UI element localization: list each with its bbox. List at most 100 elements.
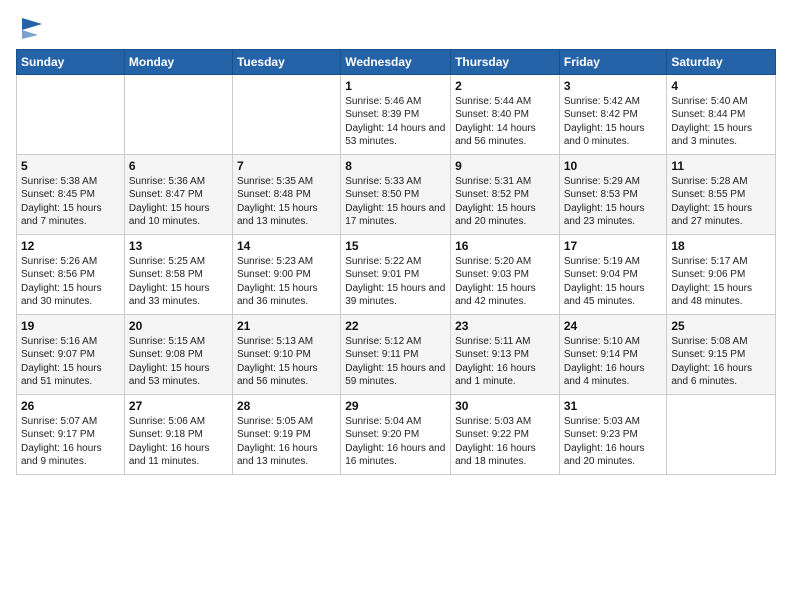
day-info: Sunrise: 5:07 AM Sunset: 9:17 PM Dayligh… — [21, 415, 120, 469]
day-number: 8 — [345, 159, 446, 173]
day-cell: 25 Sunrise: 5:08 AM Sunset: 9:15 PM Dayli… — [667, 314, 776, 394]
week-row-5: 26 Sunrise: 5:07 AM Sunset: 9:17 PM Dayli… — [17, 394, 776, 474]
day-number: 23 — [455, 319, 555, 333]
day-cell: 27 Sunrise: 5:06 AM Sunset: 9:18 PM Dayli… — [124, 394, 232, 474]
day-cell: 14Sunrise: 5:23 AM Sunset: 9:00 PM Dayli… — [232, 234, 340, 314]
day-info: Sunrise: 5:06 AM Sunset: 9:18 PM Dayligh… — [129, 415, 228, 469]
day-number: 31 — [564, 399, 663, 413]
day-cell: 29 Sunrise: 5:04 AM Sunset: 9:20 PM Dayli… — [341, 394, 451, 474]
day-cell: 7 Sunrise: 5:35 AM Sunset: 8:48 PM Daylig… — [232, 154, 340, 234]
day-info: Sunrise: 5:29 AM Sunset: 8:53 PM Dayligh… — [564, 175, 663, 229]
day-cell: 31 Sunrise: 5:03 AM Sunset: 9:23 PM Dayli… — [559, 394, 667, 474]
week-row-2: 5 Sunrise: 5:38 AM Sunset: 8:45 PM Daylig… — [17, 154, 776, 234]
col-header-monday: Monday — [124, 49, 232, 74]
day-number: 17 — [564, 239, 663, 253]
day-cell — [667, 394, 776, 474]
col-header-thursday: Thursday — [451, 49, 560, 74]
day-info: Sunrise: 5:46 AM Sunset: 8:39 PM Dayligh… — [345, 95, 446, 149]
day-cell: 10 Sunrise: 5:29 AM Sunset: 8:53 PM Dayli… — [559, 154, 667, 234]
day-info: Sunrise: 5:44 AM Sunset: 8:40 PM Dayligh… — [455, 95, 555, 149]
day-number: 7 — [237, 159, 336, 173]
day-info: Sunrise: 5:20 AM Sunset: 9:03 PM Dayligh… — [455, 255, 555, 309]
day-cell: 15 Sunrise: 5:22 AM Sunset: 9:01 PM Dayli… — [341, 234, 451, 314]
day-info: Sunrise: 5:23 AM Sunset: 9:00 PM Dayligh… — [237, 255, 336, 309]
day-info: Sunrise: 5:03 AM Sunset: 9:23 PM Dayligh… — [564, 415, 663, 469]
day-cell: 20Sunrise: 5:15 AM Sunset: 9:08 PM Dayli… — [124, 314, 232, 394]
day-cell: 26 Sunrise: 5:07 AM Sunset: 9:17 PM Dayli… — [17, 394, 125, 474]
day-cell: 4 Sunrise: 5:40 AM Sunset: 8:44 PM Daylig… — [667, 74, 776, 154]
col-header-wednesday: Wednesday — [341, 49, 451, 74]
day-cell: 18Sunrise: 5:17 AM Sunset: 9:06 PM Dayli… — [667, 234, 776, 314]
day-cell: 8 Sunrise: 5:33 AM Sunset: 8:50 PM Daylig… — [341, 154, 451, 234]
day-cell: 16Sunrise: 5:20 AM Sunset: 9:03 PM Dayli… — [451, 234, 560, 314]
day-info: Sunrise: 5:36 AM Sunset: 8:47 PM Dayligh… — [129, 175, 228, 229]
calendar-table: SundayMondayTuesdayWednesdayThursdayFrid… — [16, 49, 776, 475]
day-number: 25 — [671, 319, 771, 333]
day-info: Sunrise: 5:31 AM Sunset: 8:52 PM Dayligh… — [455, 175, 555, 229]
day-number: 13 — [129, 239, 228, 253]
day-cell: 24 Sunrise: 5:10 AM Sunset: 9:14 PM Dayli… — [559, 314, 667, 394]
day-number: 19 — [21, 319, 120, 333]
day-info: Sunrise: 5:03 AM Sunset: 9:22 PM Dayligh… — [455, 415, 555, 469]
day-cell: 12Sunrise: 5:26 AM Sunset: 8:56 PM Dayli… — [17, 234, 125, 314]
day-number: 4 — [671, 79, 771, 93]
day-info: Sunrise: 5:28 AM Sunset: 8:55 PM Dayligh… — [671, 175, 771, 229]
day-cell: 22 Sunrise: 5:12 AM Sunset: 9:11 PM Dayli… — [341, 314, 451, 394]
day-number: 29 — [345, 399, 446, 413]
day-number: 24 — [564, 319, 663, 333]
col-header-saturday: Saturday — [667, 49, 776, 74]
day-info: Sunrise: 5:13 AM Sunset: 9:10 PM Dayligh… — [237, 335, 336, 389]
day-info: Sunrise: 5:08 AM Sunset: 9:15 PM Dayligh… — [671, 335, 771, 389]
day-number: 21 — [237, 319, 336, 333]
day-cell: 3 Sunrise: 5:42 AM Sunset: 8:42 PM Daylig… — [559, 74, 667, 154]
day-info: Sunrise: 5:12 AM Sunset: 9:11 PM Dayligh… — [345, 335, 446, 389]
header-row: SundayMondayTuesdayWednesdayThursdayFrid… — [17, 49, 776, 74]
col-header-sunday: Sunday — [17, 49, 125, 74]
page-header — [16, 16, 776, 41]
day-info: Sunrise: 5:11 AM Sunset: 9:13 PM Dayligh… — [455, 335, 555, 389]
day-info: Sunrise: 5:42 AM Sunset: 8:42 PM Dayligh… — [564, 95, 663, 149]
day-cell: 1 Sunrise: 5:46 AM Sunset: 8:39 PM Daylig… — [341, 74, 451, 154]
day-number: 27 — [129, 399, 228, 413]
day-number: 22 — [345, 319, 446, 333]
week-row-4: 19 Sunrise: 5:16 AM Sunset: 9:07 PM Dayli… — [17, 314, 776, 394]
day-info: Sunrise: 5:40 AM Sunset: 8:44 PM Dayligh… — [671, 95, 771, 149]
day-cell — [17, 74, 125, 154]
day-info: Sunrise: 5:15 AM Sunset: 9:08 PM Dayligh… — [129, 335, 228, 389]
day-number: 30 — [455, 399, 555, 413]
day-cell: 28Sunrise: 5:05 AM Sunset: 9:19 PM Dayli… — [232, 394, 340, 474]
day-info: Sunrise: 5:16 AM Sunset: 9:07 PM Dayligh… — [21, 335, 120, 389]
day-number: 5 — [21, 159, 120, 173]
day-cell: 5 Sunrise: 5:38 AM Sunset: 8:45 PM Daylig… — [17, 154, 125, 234]
day-info: Sunrise: 5:38 AM Sunset: 8:45 PM Dayligh… — [21, 175, 120, 229]
day-cell: 13Sunrise: 5:25 AM Sunset: 8:58 PM Dayli… — [124, 234, 232, 314]
day-cell: 23 Sunrise: 5:11 AM Sunset: 9:13 PM Dayli… — [451, 314, 560, 394]
day-info: Sunrise: 5:33 AM Sunset: 8:50 PM Dayligh… — [345, 175, 446, 229]
day-number: 2 — [455, 79, 555, 93]
logo-flag-icon — [18, 16, 46, 40]
day-number: 18 — [671, 239, 771, 253]
day-number: 15 — [345, 239, 446, 253]
col-header-friday: Friday — [559, 49, 667, 74]
day-info: Sunrise: 5:10 AM Sunset: 9:14 PM Dayligh… — [564, 335, 663, 389]
day-cell: 6Sunrise: 5:36 AM Sunset: 8:47 PM Daylig… — [124, 154, 232, 234]
day-cell — [232, 74, 340, 154]
day-number: 3 — [564, 79, 663, 93]
day-number: 26 — [21, 399, 120, 413]
day-info: Sunrise: 5:22 AM Sunset: 9:01 PM Dayligh… — [345, 255, 446, 309]
day-info: Sunrise: 5:19 AM Sunset: 9:04 PM Dayligh… — [564, 255, 663, 309]
day-info: Sunrise: 5:26 AM Sunset: 8:56 PM Dayligh… — [21, 255, 120, 309]
day-cell: 11Sunrise: 5:28 AM Sunset: 8:55 PM Dayli… — [667, 154, 776, 234]
day-info: Sunrise: 5:35 AM Sunset: 8:48 PM Dayligh… — [237, 175, 336, 229]
day-number: 10 — [564, 159, 663, 173]
day-info: Sunrise: 5:05 AM Sunset: 9:19 PM Dayligh… — [237, 415, 336, 469]
day-cell: 21 Sunrise: 5:13 AM Sunset: 9:10 PM Dayli… — [232, 314, 340, 394]
day-cell: 19 Sunrise: 5:16 AM Sunset: 9:07 PM Dayli… — [17, 314, 125, 394]
day-cell: 9Sunrise: 5:31 AM Sunset: 8:52 PM Daylig… — [451, 154, 560, 234]
day-cell: 2 Sunrise: 5:44 AM Sunset: 8:40 PM Daylig… — [451, 74, 560, 154]
day-info: Sunrise: 5:04 AM Sunset: 9:20 PM Dayligh… — [345, 415, 446, 469]
logo — [16, 16, 46, 41]
day-cell: 30 Sunrise: 5:03 AM Sunset: 9:22 PM Dayli… — [451, 394, 560, 474]
day-number: 1 — [345, 79, 446, 93]
day-cell — [124, 74, 232, 154]
